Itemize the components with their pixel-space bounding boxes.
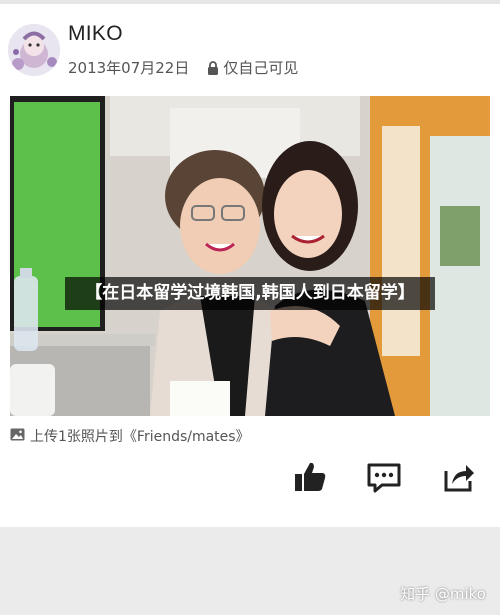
avatar-image	[8, 24, 60, 76]
watermark: 知乎 @miko	[400, 585, 486, 603]
privacy-label: 仅自己可见	[223, 59, 299, 77]
post-card: MIKO 2013年07月22日 仅自己可见 【在日本留学过境韩国,韩国人到日本…	[0, 4, 500, 527]
share-button[interactable]	[442, 459, 476, 495]
like-button[interactable]	[293, 459, 327, 495]
post-date: 2013年07月22日	[68, 59, 190, 77]
post-meta: 2013年07月22日 仅自己可见	[68, 57, 298, 78]
upload-text: 上传1张照片到《Friends/mates》	[30, 429, 250, 445]
comment-icon	[367, 463, 401, 493]
comment-button[interactable]	[366, 459, 402, 495]
action-bar	[0, 459, 500, 499]
avatar[interactable]	[8, 24, 60, 76]
post-photo[interactable]	[10, 96, 490, 416]
username[interactable]: MIKO	[68, 22, 123, 46]
image-icon	[10, 428, 25, 445]
lock-icon	[207, 60, 219, 75]
upload-info[interactable]: 上传1张照片到《Friends/mates》	[10, 426, 250, 446]
share-icon	[444, 465, 474, 492]
thumbs-up-icon	[295, 462, 326, 491]
photo-caption: 【在日本留学过境韩国,韩国人到日本留学】	[10, 277, 490, 310]
caption-text: 【在日本留学过境韩国,韩国人到日本留学】	[65, 277, 435, 310]
photo-image	[10, 96, 490, 416]
